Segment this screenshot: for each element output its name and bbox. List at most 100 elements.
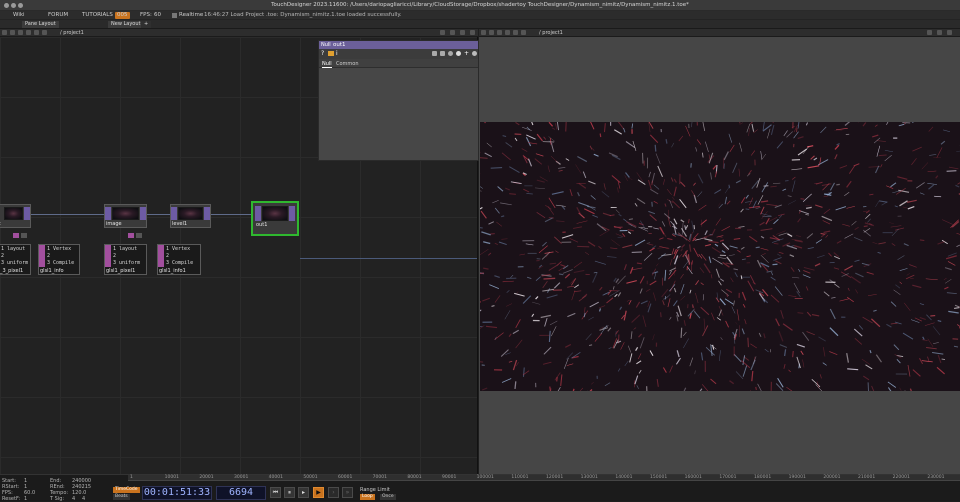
particle-streak xyxy=(774,244,779,245)
output-connector[interactable] xyxy=(24,207,30,220)
particle-streak xyxy=(756,387,757,390)
particle-streak xyxy=(550,138,551,145)
particle-streak xyxy=(600,134,601,138)
viewer-option-icon[interactable] xyxy=(947,30,952,35)
flag-icon[interactable] xyxy=(136,233,142,238)
output-connector[interactable] xyxy=(289,206,295,221)
forward-icon[interactable] xyxy=(489,30,494,35)
back-icon[interactable] xyxy=(2,30,7,35)
pin-icon[interactable] xyxy=(42,30,47,35)
frame-display[interactable]: 6694 xyxy=(216,486,266,500)
pin-icon[interactable] xyxy=(521,30,526,35)
particle-streak xyxy=(637,263,642,264)
operator-icon[interactable] xyxy=(328,51,334,56)
network-option-icon[interactable] xyxy=(450,30,455,35)
op-name-field[interactable]: out1 xyxy=(333,42,346,48)
back-icon[interactable] xyxy=(481,30,486,35)
dat-operator-pixel[interactable]: 1 layout 2 3 uniform glsl1_pixel1 xyxy=(104,244,147,275)
tsig-value-a[interactable]: 4 xyxy=(72,496,75,502)
info-icon[interactable]: i xyxy=(336,50,338,57)
play-button[interactable]: ▶ xyxy=(313,487,324,498)
network-path[interactable]: / project1 xyxy=(60,30,84,36)
flag-icon[interactable] xyxy=(13,233,19,238)
home-icon[interactable] xyxy=(497,30,502,35)
operator-label: _3_pixel1 xyxy=(0,268,23,274)
forward-icon[interactable] xyxy=(10,30,15,35)
wiki-link[interactable]: Wiki xyxy=(13,12,25,18)
end-button[interactable]: » xyxy=(342,487,353,498)
timecode-display[interactable]: 00:01:51:33 xyxy=(142,486,212,500)
error-badge[interactable]: 005 xyxy=(115,12,130,19)
flag-icon[interactable] xyxy=(21,233,27,238)
gear-icon[interactable] xyxy=(472,51,477,56)
top-operator-out1-selected[interactable]: out1 xyxy=(251,201,299,236)
ruler-tick-label: 150001 xyxy=(650,475,667,480)
home-icon[interactable] xyxy=(18,30,23,35)
tsig-label: T Sig: xyxy=(50,496,64,502)
tab-null[interactable]: Null xyxy=(322,61,332,68)
network-option-icon[interactable] xyxy=(440,30,445,35)
particle-streak xyxy=(681,328,682,338)
dat-operator-info[interactable]: 1 Vertex 2 3 Compile glsl1_info1 xyxy=(157,244,201,275)
output-connector[interactable] xyxy=(140,207,146,220)
fps-label: FPS: xyxy=(140,12,152,18)
top-operator-c[interactable]: c xyxy=(0,204,31,228)
beats-mode-button[interactable]: Beats xyxy=(113,494,130,500)
input-connector[interactable] xyxy=(105,245,111,267)
render-output[interactable] xyxy=(480,122,960,391)
wire xyxy=(147,214,171,215)
top-operator-level1[interactable]: level1 xyxy=(170,204,211,228)
loop-button[interactable]: Loop xyxy=(360,494,375,500)
operator-thumbnail xyxy=(262,206,288,221)
fps-value: 60 xyxy=(154,12,161,18)
timecode-mode-button[interactable]: TimeCode xyxy=(113,487,140,493)
help-icon[interactable]: ? xyxy=(321,50,324,57)
parameter-tool-icon[interactable] xyxy=(456,51,461,56)
add-icon[interactable] xyxy=(34,30,39,35)
forum-link[interactable]: FORUM xyxy=(48,12,68,18)
realtime-checkbox[interactable] xyxy=(172,13,177,18)
ruler-tick-label: 10001 xyxy=(165,475,179,480)
reset-value[interactable]: 1 xyxy=(24,496,27,502)
tab-new-layout[interactable]: New Layout xyxy=(108,21,144,28)
input-connector[interactable] xyxy=(105,207,111,220)
parameter-tool-icon[interactable] xyxy=(448,51,453,56)
tab-pane-layout[interactable]: Pane Layout xyxy=(22,21,59,28)
top-operator-image[interactable]: image xyxy=(104,204,147,228)
timeline-ruler[interactable]: 1100012000130001400015000160001700018000… xyxy=(128,475,960,481)
time-settings: Start: 1 RStart: 1 FPS: 60.0 ResetF: 1 E… xyxy=(0,475,100,502)
operator-label: glsl1_info1 xyxy=(159,268,186,274)
network-option-icon[interactable] xyxy=(470,30,475,35)
pane-menu-icon[interactable] xyxy=(2,21,10,28)
add-icon[interactable] xyxy=(513,30,518,35)
parameter-tool-icon[interactable] xyxy=(432,51,437,56)
ruler-tick-label: 70001 xyxy=(373,475,387,480)
dat-operator-pixel[interactable]: 1 layout 2 3 uniform _3_pixel1 xyxy=(0,244,31,275)
tab-common[interactable]: Common xyxy=(336,61,359,67)
up-icon[interactable] xyxy=(505,30,510,35)
pause-button[interactable]: ⏸ xyxy=(284,487,295,498)
parameter-dialog[interactable]: Null out1 ? i + Null Common xyxy=(318,40,479,161)
viewer-option-icon[interactable] xyxy=(937,30,942,35)
output-connector[interactable] xyxy=(204,207,210,220)
once-button[interactable]: Once xyxy=(380,494,396,500)
viewer-path[interactable]: / project1 xyxy=(539,30,563,36)
network-option-icon[interactable] xyxy=(460,30,465,35)
flag-icon[interactable] xyxy=(128,233,134,238)
input-connector[interactable] xyxy=(171,207,177,220)
input-connector[interactable] xyxy=(158,245,164,267)
dat-operator-info[interactable]: 1 Vertex 2 3 Compile glsl1_info xyxy=(38,244,80,275)
tsig-value-b[interactable]: 4 xyxy=(82,496,85,502)
step-button[interactable]: › xyxy=(328,487,339,498)
parameter-tool-icon[interactable] xyxy=(440,51,445,56)
up-icon[interactable] xyxy=(26,30,31,35)
step-forward-button[interactable]: ▸ xyxy=(298,487,309,498)
viewer-option-icon[interactable] xyxy=(927,30,932,35)
out1-body: out1 xyxy=(255,204,295,228)
input-connector[interactable] xyxy=(39,245,45,267)
input-connector[interactable] xyxy=(255,206,261,221)
rewind-button[interactable]: ⏮ xyxy=(270,487,281,498)
add-tab-button[interactable]: + xyxy=(141,21,151,28)
add-icon[interactable]: + xyxy=(464,50,469,57)
tutorials-link[interactable]: TUTORIALS xyxy=(82,12,113,18)
